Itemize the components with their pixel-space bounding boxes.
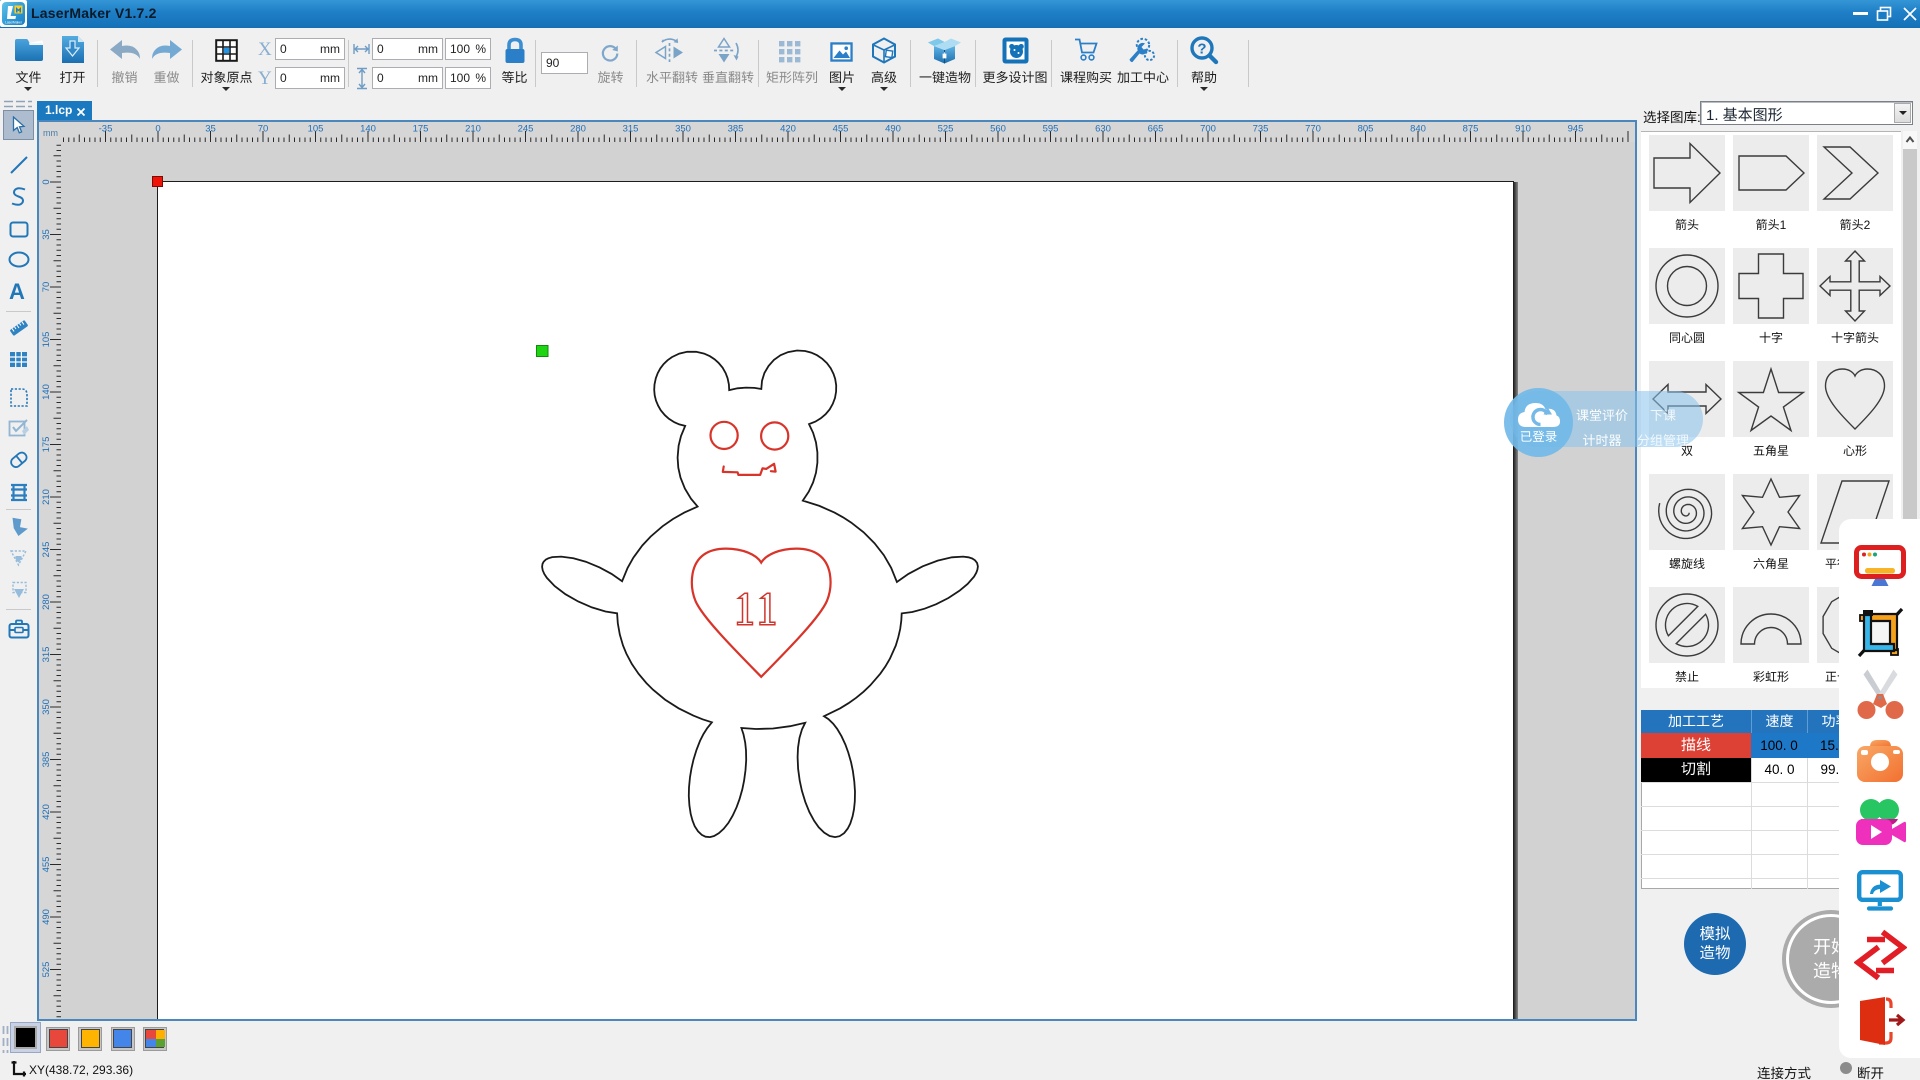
svg-text:700: 700	[1200, 124, 1216, 135]
svg-text:805: 805	[1358, 124, 1374, 135]
svg-text:175: 175	[413, 124, 429, 135]
svg-text:LaserMaker: LaserMaker	[5, 21, 23, 25]
svg-text:525: 525	[41, 962, 52, 978]
svg-text:350: 350	[41, 699, 52, 715]
svg-text:0: 0	[41, 179, 52, 184]
svg-text:455: 455	[41, 857, 52, 873]
svg-text:?: ?	[1197, 41, 1206, 58]
svg-text:105: 105	[308, 124, 324, 135]
svg-text:420: 420	[41, 804, 52, 820]
svg-text:-35: -35	[99, 124, 113, 135]
svg-text:490: 490	[41, 909, 52, 925]
svg-text:70: 70	[41, 282, 52, 293]
svg-text:735: 735	[1253, 124, 1269, 135]
svg-text:420: 420	[780, 124, 796, 135]
svg-text:490: 490	[885, 124, 901, 135]
svg-text:140: 140	[360, 124, 376, 135]
svg-text:315: 315	[41, 647, 52, 663]
svg-text:35: 35	[41, 229, 52, 240]
svg-text:210: 210	[465, 124, 481, 135]
svg-text:385: 385	[728, 124, 744, 135]
svg-text:245: 245	[41, 542, 52, 558]
svg-text:910: 910	[1515, 124, 1531, 135]
svg-text:945: 945	[1568, 124, 1584, 135]
svg-text:840: 840	[1410, 124, 1426, 135]
svg-text:0: 0	[155, 124, 160, 135]
svg-text:315: 315	[623, 124, 639, 135]
svg-text:665: 665	[1148, 124, 1164, 135]
svg-text:385: 385	[41, 752, 52, 768]
svg-text:175: 175	[41, 437, 52, 453]
svg-text:455: 455	[833, 124, 849, 135]
svg-text:35: 35	[205, 124, 216, 135]
svg-text:525: 525	[938, 124, 954, 135]
svg-text:595: 595	[1043, 124, 1059, 135]
svg-text:280: 280	[570, 124, 586, 135]
svg-text:245: 245	[518, 124, 534, 135]
svg-text:560: 560	[990, 124, 1006, 135]
svg-text:105: 105	[41, 332, 52, 348]
svg-text:210: 210	[41, 489, 52, 505]
svg-text:280: 280	[41, 594, 52, 610]
svg-text:350: 350	[675, 124, 691, 135]
svg-text:875: 875	[1463, 124, 1479, 135]
svg-text:140: 140	[41, 384, 52, 400]
svg-text:70: 70	[258, 124, 269, 135]
svg-text:630: 630	[1095, 124, 1111, 135]
svg-text:770: 770	[1305, 124, 1321, 135]
